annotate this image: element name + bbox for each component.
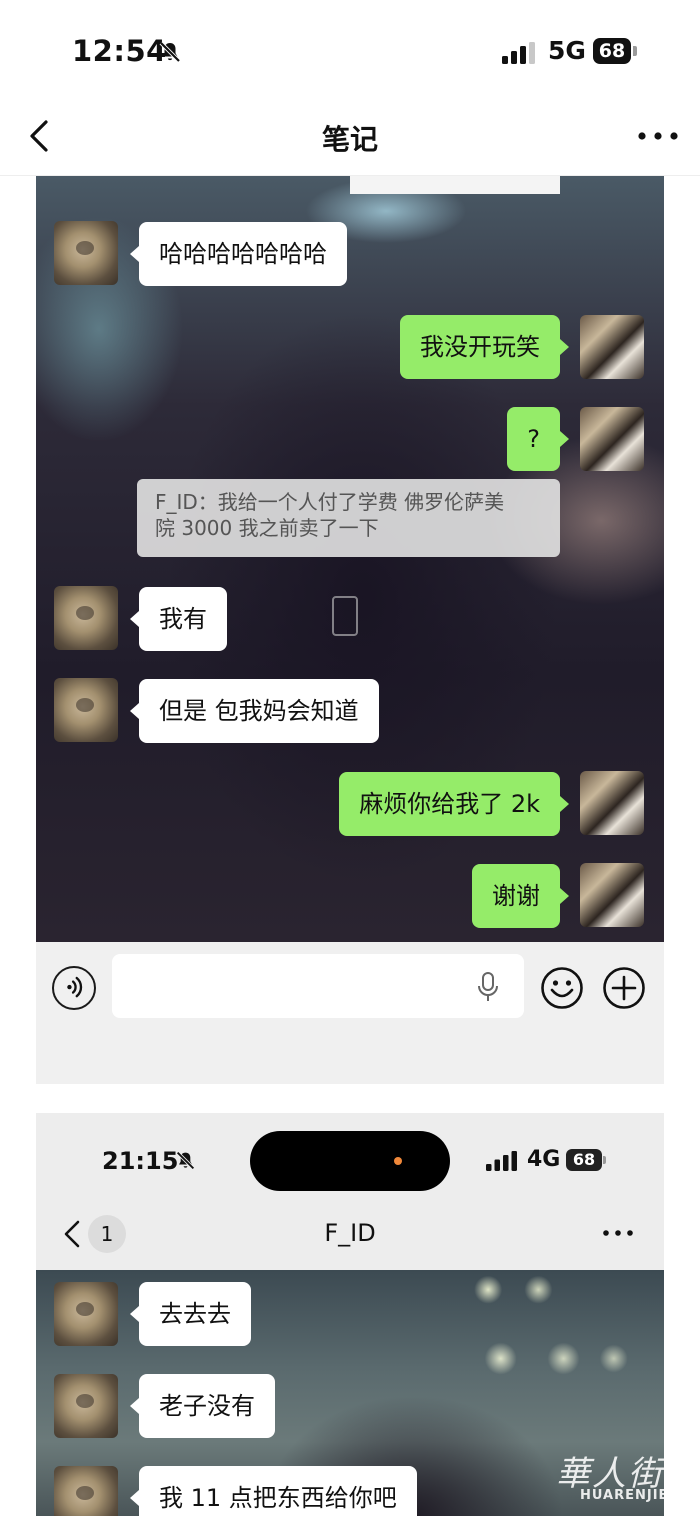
quoted-message: F_ID：我给一个人付了学费 佛罗伦萨美 院 3000 我之前卖了一下 (137, 479, 560, 557)
network-type: 4G (527, 1147, 561, 1172)
contact-avatar[interactable] (54, 1466, 118, 1516)
message-input[interactable] (112, 954, 524, 1018)
self-avatar[interactable] (580, 771, 644, 835)
message-bubble-sent: 我没开玩笑 (400, 315, 569, 379)
contact-avatar[interactable] (54, 1282, 118, 1346)
bell-slash-icon (159, 41, 181, 63)
contact-avatar[interactable] (54, 678, 118, 742)
battery-cap (633, 46, 637, 56)
contact-avatar[interactable] (54, 221, 118, 285)
status-time: 12:54 (72, 34, 167, 68)
message-bubble-received: 我有 (130, 587, 227, 651)
recording-indicator (394, 1157, 402, 1165)
more-horizontal-icon[interactable] (602, 1225, 634, 1241)
message-bubble-received: 但是 包我妈会知道 (130, 679, 379, 743)
message-bubble-received: 老子没有 (130, 1374, 275, 1438)
chat-input-bar (36, 942, 664, 1084)
quoted-text-line: 院 3000 我之前卖了一下 (155, 516, 379, 540)
voice-icon[interactable] (52, 966, 96, 1010)
more-horizontal-icon[interactable] (636, 126, 680, 146)
contact-avatar[interactable] (54, 586, 118, 650)
self-avatar[interactable] (580, 315, 644, 379)
microphone-icon[interactable] (476, 972, 500, 1002)
cellular-signal-icon (486, 1151, 517, 1171)
network-type: 5G (548, 36, 586, 65)
cropped-message-card (350, 176, 560, 194)
message-bubble-received: 我 11 点把东西给你吧 (130, 1466, 417, 1516)
battery-indicator: 68 (593, 38, 631, 64)
cellular-signal-icon (502, 42, 535, 64)
chat-title: F_ID (324, 1219, 376, 1247)
watermark-site-name: HUARENJIE (580, 1488, 669, 1503)
battery-indicator: 68 (566, 1149, 602, 1171)
nav-bar: 笔记 (0, 100, 700, 176)
page-title: 笔记 (321, 123, 378, 156)
message-bubble-sent: ? (507, 407, 569, 471)
plus-icon[interactable] (602, 966, 646, 1010)
message-bubble-received: 去去去 (130, 1282, 251, 1346)
background-pendant (332, 596, 358, 636)
chat-screenshot-1: 哈哈哈哈哈哈哈 我没开玩笑 ? F_ID：我给一个人付了学费 佛罗伦萨美 院 3… (36, 176, 664, 1084)
site-watermark: 華人街 HUARENJIE (548, 1446, 698, 1512)
contact-avatar[interactable] (54, 1374, 118, 1438)
emoji-icon[interactable] (540, 966, 584, 1010)
quoted-text-line: F_ID：我给一个人付了学费 佛罗伦萨美 (155, 490, 505, 514)
message-bubble-sent: 麻烦你给我了 2k (339, 772, 569, 836)
message-bubble-received: 哈哈哈哈哈哈哈 (130, 222, 347, 286)
self-avatar[interactable] (580, 407, 644, 471)
battery-cap (603, 1156, 606, 1164)
status-time: 21:15 (102, 1147, 179, 1175)
self-avatar[interactable] (580, 863, 644, 927)
dynamic-island (250, 1131, 450, 1191)
bell-slash-icon (176, 1151, 195, 1170)
status-bar: 12:54 5G 68 (0, 0, 700, 100)
message-bubble-sent: 谢谢 (472, 864, 569, 928)
